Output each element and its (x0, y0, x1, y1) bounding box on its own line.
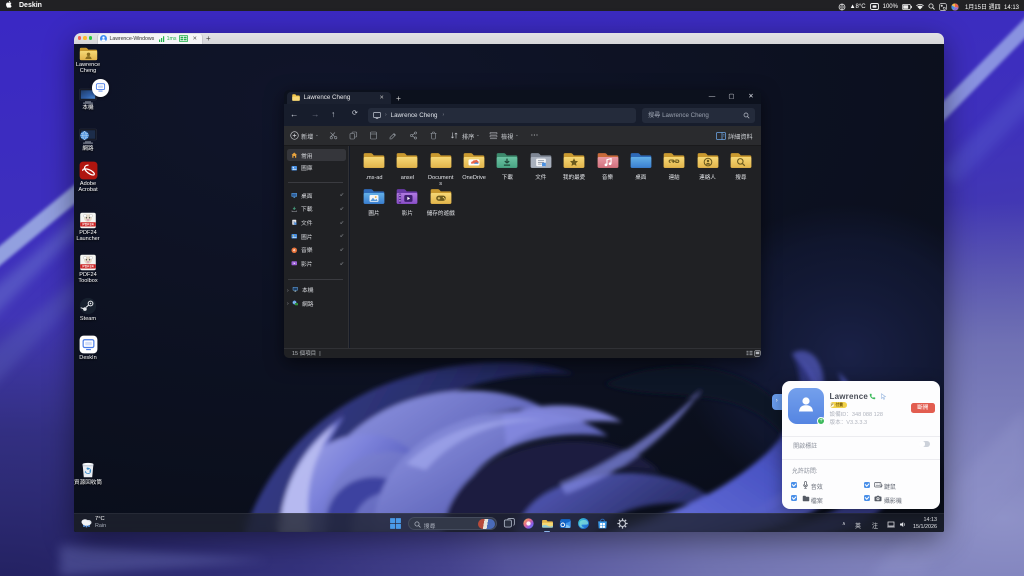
svg-text:PDF24: PDF24 (82, 265, 93, 269)
svg-text:PDF24: PDF24 (82, 223, 93, 227)
